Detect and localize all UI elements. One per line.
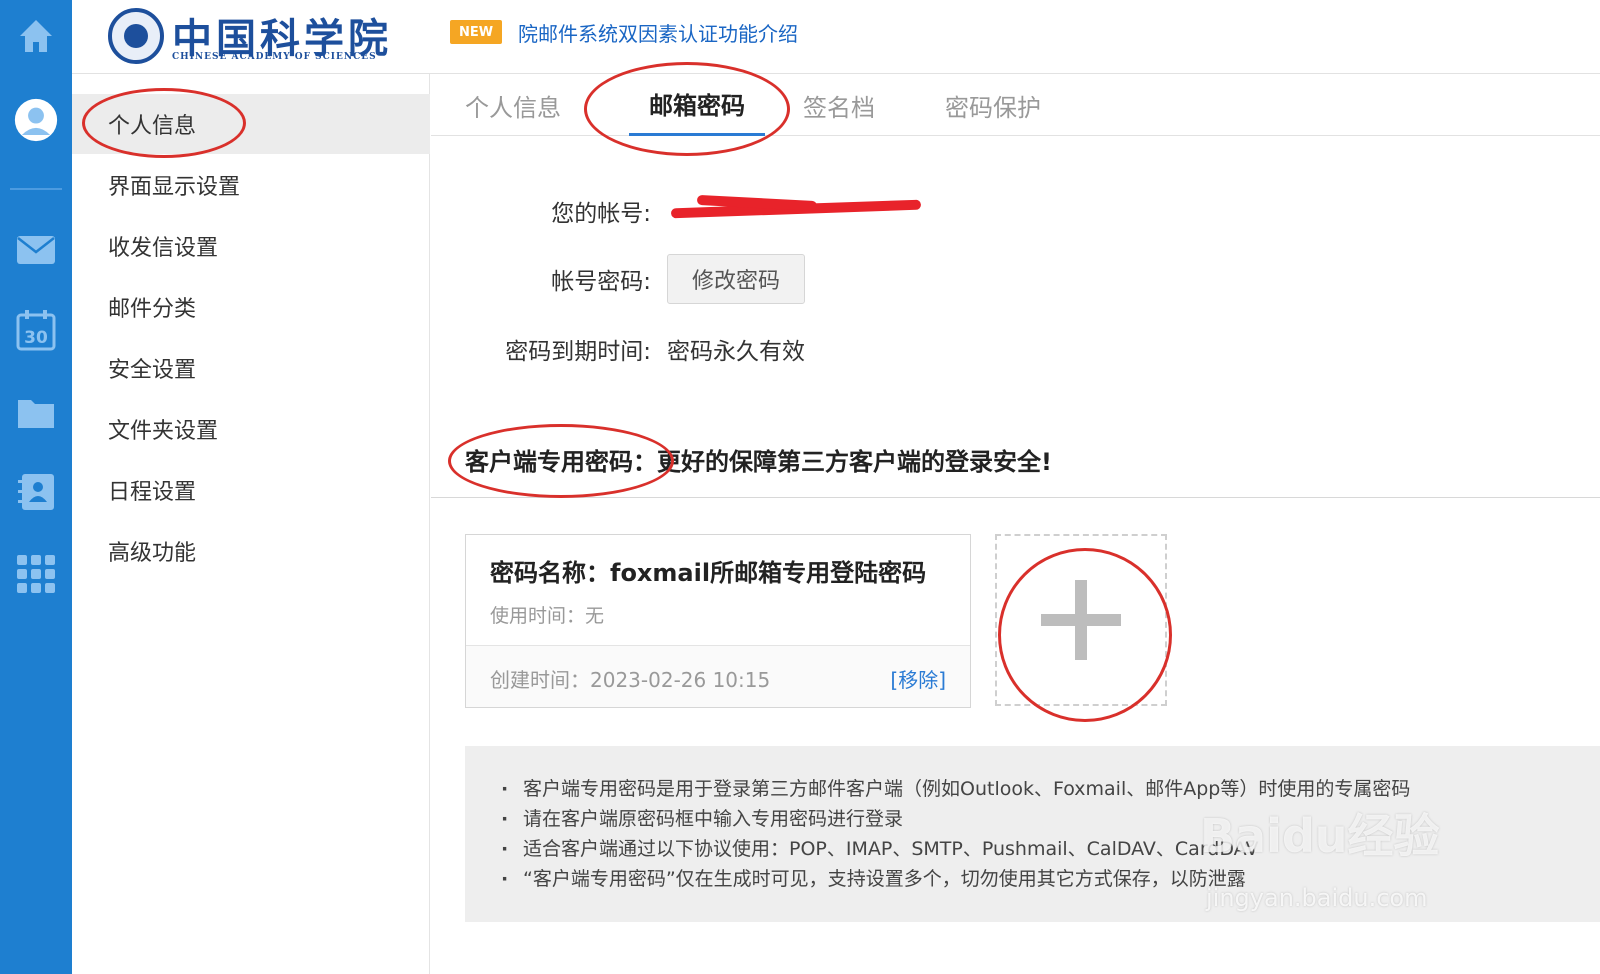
calendar-icon[interactable]: 30 <box>14 308 58 352</box>
expiry-label: 密码到期时间: <box>505 339 651 365</box>
client-password-subtitle: 更好的保障第三方客户端的登录安全! <box>657 448 1052 476</box>
sidebar-item-calendar-settings[interactable]: 日程设置 <box>72 460 430 520</box>
tab-personal-info[interactable]: 个人信息 <box>465 74 561 136</box>
account-label: 您的帐号: <box>551 201 651 227</box>
folder-icon[interactable] <box>14 390 58 434</box>
section-divider <box>431 497 1600 498</box>
expiry-value: 密码永久有效 <box>667 339 805 365</box>
icon-rail: 30 <box>0 0 72 974</box>
client-password-heading: 客户端专用密码：更好的保障第三方客户端的登录安全! <box>465 442 1052 477</box>
sidebar-item-folder-settings[interactable]: 文件夹设置 <box>72 399 430 459</box>
sidebar-item-security-settings[interactable]: 安全设置 <box>72 338 430 398</box>
calendar-day: 30 <box>24 328 48 348</box>
password-created-time: 创建时间：2023-02-26 10:15 <box>490 668 771 692</box>
client-password-card: 密码名称：foxmail所邮箱专用登陆密码 使用时间：无 创建时间：2023-0… <box>465 534 971 708</box>
mail-icon[interactable] <box>14 228 58 272</box>
change-password-button[interactable]: 修改密码 <box>667 254 805 304</box>
top-header: 中国科学院 CHINESE ACADEMY OF SCIENCES NEW 院邮… <box>72 0 1600 74</box>
tab-password-protection[interactable]: 密码保护 <box>945 74 1041 136</box>
plus-icon <box>1041 580 1121 660</box>
card-footer: 创建时间：2023-02-26 10:15 [移除] <box>466 645 970 707</box>
remove-password-link[interactable]: [移除] <box>890 664 946 693</box>
watermark-url: jingyan.baidu.com <box>1206 884 1428 912</box>
tab-signature[interactable]: 签名档 <box>803 74 875 136</box>
cas-logo-seal <box>108 8 164 64</box>
password-used-time: 使用时间：无 <box>490 605 605 627</box>
apps-grid-icon[interactable] <box>14 552 58 596</box>
logo-english-name: CHINESE ACADEMY OF SCIENCES <box>172 52 377 62</box>
new-badge: NEW <box>450 20 502 44</box>
settings-tabs: 个人信息 邮箱密码 签名档 密码保护 <box>431 74 1600 136</box>
sidebar-item-mail-categories[interactable]: 邮件分类 <box>72 277 430 337</box>
password-label: 帐号密码: <box>551 269 651 295</box>
client-password-title: 客户端专用密码： <box>465 448 657 476</box>
baidu-jingyan-watermark: Baidu经验 <box>1200 809 1440 863</box>
avatar[interactable] <box>14 98 58 142</box>
rail-divider <box>10 188 62 190</box>
sidebar-item-send-receive-settings[interactable]: 收发信设置 <box>72 216 430 276</box>
sidebar-item-display-settings[interactable]: 界面显示设置 <box>72 155 430 215</box>
two-factor-notice-link[interactable]: 院邮件系统双因素认证功能介绍 <box>518 18 798 47</box>
sidebar-item-personal-info[interactable]: 个人信息 <box>72 94 430 154</box>
sidebar-item-advanced-features[interactable]: 高级功能 <box>72 521 430 581</box>
home-icon[interactable] <box>14 14 58 58</box>
tab-mailbox-password[interactable]: 邮箱密码 <box>629 74 765 136</box>
settings-sidebar: 个人信息 界面显示设置 收发信设置 邮件分类 安全设置 文件夹设置 日程设置 高… <box>72 74 430 974</box>
contacts-icon[interactable] <box>14 470 58 514</box>
account-value-redacted <box>667 194 927 224</box>
password-name: 密码名称：foxmail所邮箱专用登陆密码 <box>490 559 927 587</box>
add-client-password-button[interactable] <box>995 534 1167 706</box>
